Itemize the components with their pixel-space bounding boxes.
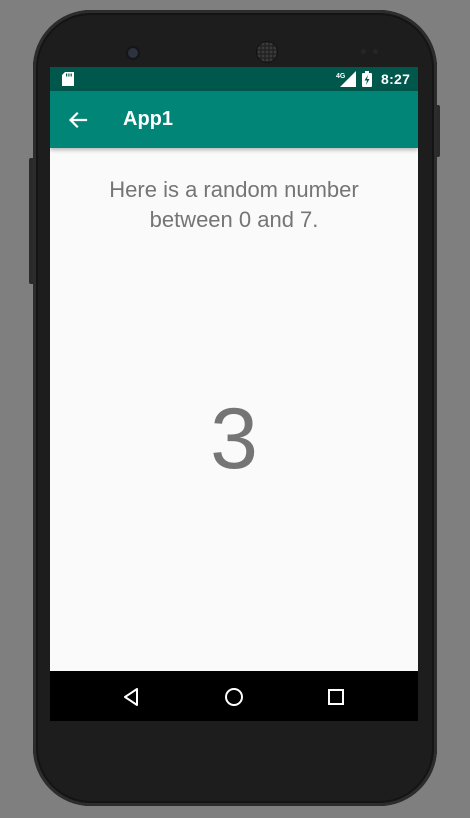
nav-recents-button[interactable] <box>319 680 353 714</box>
back-button[interactable] <box>64 106 92 134</box>
signal-icon: 4G <box>336 71 356 87</box>
network-type-label: 4G <box>336 73 346 80</box>
app-toolbar: App1 <box>50 91 418 148</box>
app-title: App1 <box>123 108 173 130</box>
sd-card-icon <box>62 72 74 86</box>
status-bar: 4G 8:27 <box>50 67 418 91</box>
earpiece-speaker <box>257 42 277 62</box>
home-circle-icon <box>225 688 243 706</box>
recents-square-icon <box>328 689 344 705</box>
arrow-back-icon <box>68 111 88 129</box>
proximity-sensor <box>361 49 366 54</box>
random-number-prompt: Here is a random number between 0 and 7. <box>109 177 359 232</box>
system-navigation-bar <box>50 671 418 721</box>
battery-charging-icon <box>362 71 372 87</box>
light-sensor <box>373 49 378 54</box>
nav-back-button[interactable] <box>114 680 148 714</box>
device-screen: 4G 8:27 App1 Here is a random number bet… <box>50 67 418 721</box>
nav-home-button[interactable] <box>217 680 251 714</box>
back-triangle-icon <box>124 688 138 706</box>
random-number-value: 3 <box>210 391 258 487</box>
front-camera <box>128 48 138 58</box>
status-clock: 8:27 <box>381 71 411 87</box>
